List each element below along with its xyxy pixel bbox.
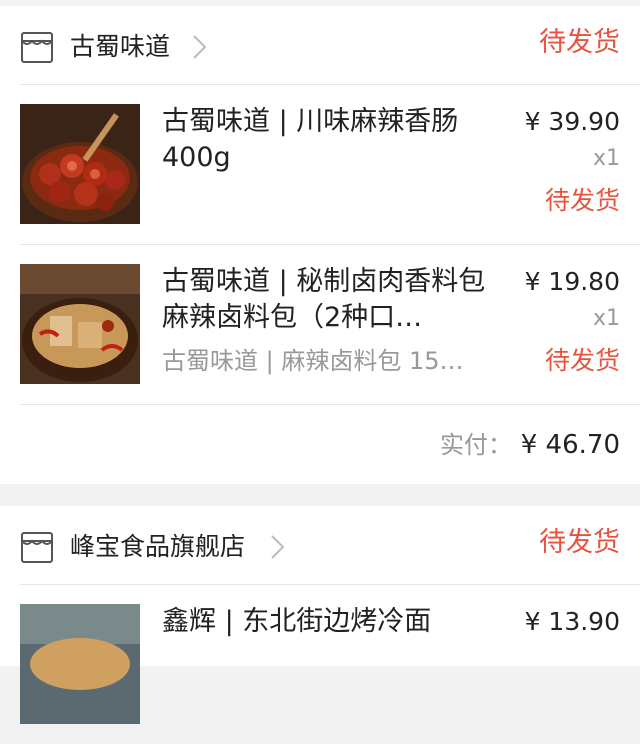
product-title[interactable]: 古蜀味道 | 秘制卤肉香料包 麻辣卤料包（2种口… (162, 264, 492, 336)
product-title[interactable]: 鑫辉 | 东北街边烤冷面 (162, 604, 492, 640)
product-title[interactable]: 古蜀味道 | 川味麻辣香肠400g (162, 104, 492, 176)
product-price: ¥ 13.90 (524, 607, 620, 636)
chevron-right-icon (193, 35, 207, 59)
shop-header[interactable]: 峰宝食品旗舰店 待发货 (0, 506, 640, 584)
order-card: 古蜀味道 待发货 古蜀味道 | 川味麻辣香肠400g ¥ 39.90 x1 待发… (0, 6, 640, 484)
total-label: 实付： (440, 431, 512, 459)
item-status: 待发货 (544, 346, 620, 375)
order-total: 实付： ¥ 46.70 (0, 406, 640, 484)
order-item[interactable]: 鑫辉 | 东北街边烤冷面 ¥ 13.90 (0, 584, 640, 744)
item-status: 待发货 (544, 186, 620, 215)
product-image-cold-noodle[interactable] (20, 604, 140, 724)
order-card: 峰宝食品旗舰店 待发货 鑫辉 | 东北街边烤冷面 ¥ 13.90 (0, 506, 640, 724)
product-image-spice-pack[interactable] (20, 264, 140, 384)
shop-name[interactable]: 峰宝食品旗舰店 (70, 530, 245, 564)
chevron-right-icon (271, 535, 285, 559)
product-quantity: x1 (592, 306, 620, 331)
product-image-sausage[interactable] (20, 104, 140, 224)
product-price: ¥ 39.90 (524, 107, 620, 136)
order-status: 待发货 (539, 527, 620, 558)
product-quantity: x1 (592, 146, 620, 171)
shop-name[interactable]: 古蜀味道 (70, 30, 170, 64)
shop-header[interactable]: 古蜀味道 待发货 (0, 6, 640, 84)
order-item[interactable]: 古蜀味道 | 秘制卤肉香料包 麻辣卤料包（2种口… 古蜀味道 | 麻辣卤料包 1… (0, 244, 640, 404)
divider (20, 404, 640, 405)
product-price: ¥ 19.80 (524, 267, 620, 296)
order-status: 待发货 (539, 27, 620, 58)
shop-icon (21, 32, 53, 63)
order-item[interactable]: 古蜀味道 | 川味麻辣香肠400g ¥ 39.90 x1 待发货 (0, 84, 640, 244)
total-value: ¥ 46.70 (520, 430, 620, 460)
product-sku: 古蜀味道 | 麻辣卤料包 15… (162, 347, 464, 375)
shop-icon (21, 532, 53, 563)
